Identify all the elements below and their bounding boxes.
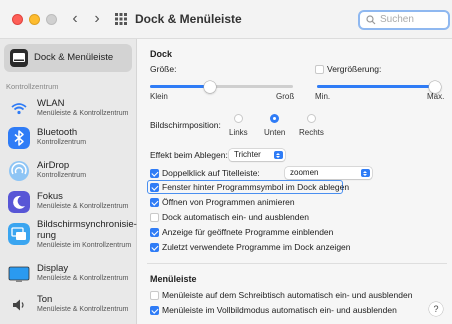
position-left-radio[interactable] [234,114,243,123]
preferences-window: ‹ › Dock & Menüleiste Suchen Dock & Menü… [0,0,452,324]
position-right-radio[interactable] [307,114,316,123]
search-placeholder: Suchen [380,14,414,25]
search-input[interactable]: Suchen [358,10,450,30]
animate-opening-checkbox[interactable] [150,198,159,207]
bluetooth-icon [8,127,30,149]
chevron-updown-icon [274,151,283,159]
sidebar-item-label: Bildschirmsynchronisie- [37,219,137,230]
size-max-label: Groß [276,92,295,101]
show-all-grid-icon[interactable] [114,12,128,26]
option-label: Dock automatisch ein- und ausblenden [162,212,309,222]
position-left-label: Links [229,128,248,137]
sidebar-item-label: Display [37,263,69,274]
sidebar-section-label: Kontrollzentrum [6,82,59,91]
doubleclick-value: zoomen [290,168,319,177]
minimize-to-icon-checkbox[interactable] [150,183,159,192]
autohide-menubar-fullscreen-checkbox[interactable] [150,306,159,315]
close-window-button[interactable] [12,14,23,25]
screen-mirroring-icon [8,223,30,245]
option-label: Zuletzt verwendete Programme im Dock anz… [162,242,351,252]
sidebar-item-subtitle: Menüleiste & Kontrollzentrum [37,110,129,117]
doubleclick-popup[interactable]: zoomen [285,167,372,179]
sidebar-item-dock-menubar[interactable]: Dock & Menüleiste [4,44,132,72]
sidebar-item-label: Ton [37,294,53,305]
option-label: Menüleiste auf dem Schreibtisch automati… [162,290,413,300]
dock-menubar-icon [10,49,28,67]
doubleclick-checkbox[interactable] [150,169,159,178]
sidebar-item-label: Bluetooth [37,127,78,138]
option-label: Öffnen von Programmen animieren [162,197,295,207]
sidebar-item-label: Dock & Menüleiste [34,52,114,63]
size-slider[interactable] [150,80,293,93]
focus-moon-icon [8,191,30,213]
section-heading-menubar: Menüleiste [150,274,197,284]
minimize-window-button[interactable] [29,14,40,25]
title-bar: ‹ › Dock & Menüleiste Suchen [0,0,452,39]
doubleclick-label: Doppelklick auf Titelleiste: [162,168,260,178]
magnification-min-label: Min. [315,92,331,101]
sidebar-item-subtitle: Kontrollzentrum [37,172,87,179]
main-content: Dock Größe: Klein Groß Vergrößerung: Min… [137,39,452,324]
effect-label: Effekt beim Ablegen: [150,150,228,160]
size-label: Größe: [150,64,177,74]
search-icon [366,15,376,25]
position-bottom-label: Unten [264,128,286,137]
show-recent-apps-checkbox[interactable] [150,243,159,252]
sidebar-item-subtitle: Menüleiste & Kontrollzentrum [37,203,129,210]
size-slider-knob[interactable] [204,80,217,93]
sidebar-item-screen-mirroring[interactable]: Bildschirmsynchronisie- rung Menüleiste … [8,219,137,257]
position-bottom-radio[interactable] [270,114,279,123]
sidebar-item-label: AirDrop [37,160,70,171]
sidebar-item-display[interactable]: Display Menüleiste & Kontrollzentrum [8,261,134,289]
sidebar-item-label: Fokus [37,191,63,202]
sidebar-item-label: WLAN [37,98,65,109]
zoom-window-button[interactable] [46,14,57,25]
back-chevron-icon[interactable]: ‹ [66,9,84,29]
magnification-slider-knob[interactable] [428,80,441,93]
forward-chevron-icon[interactable]: › [88,9,106,29]
sidebar: Dock & Menüleiste Kontrollzentrum WLAN M… [0,39,137,324]
position-right-label: Rechts [299,128,324,137]
autohide-menubar-desktop-checkbox[interactable] [150,291,159,300]
section-heading-dock: Dock [150,49,173,59]
sidebar-item-fokus[interactable]: Fokus Menüleiste & Kontrollzentrum [8,189,134,217]
effect-value: Trichter [234,150,261,159]
option-label: Menüleiste im Vollbildmodus automatisch … [162,305,397,315]
autohide-dock-checkbox[interactable] [150,213,159,222]
sidebar-item-bluetooth[interactable]: Bluetooth Kontrollzentrum [8,125,134,153]
airdrop-icon [9,161,29,181]
sidebar-item-subtitle: Menüleiste im Kontrollzentrum [37,242,132,249]
position-label: Bildschirmposition: [150,120,221,130]
magnification-checkbox[interactable] [315,65,324,74]
section-divider [147,263,447,264]
magnification-slider-fill [317,85,435,88]
display-icon [8,266,30,282]
sidebar-item-subtitle: Menüleiste & Kontrollzentrum [37,275,129,282]
effect-popup[interactable]: Trichter [229,149,285,161]
sidebar-item-ton[interactable]: Ton Menüleiste & Kontrollzentrum [8,292,134,320]
size-min-label: Klein [150,92,168,101]
chevron-updown-icon [361,169,370,177]
option-label: Fenster hinter Programmsymbol im Dock ab… [162,182,350,192]
magnification-max-label: Max. [427,92,445,101]
sidebar-item-airdrop[interactable]: AirDrop Kontrollzentrum [8,158,134,186]
sidebar-item-label-continued: rung [37,230,57,241]
magnification-slider[interactable] [317,80,441,93]
sidebar-item-subtitle: Kontrollzentrum [37,139,87,146]
size-slider-fill [150,85,211,88]
magnification-label: Vergrößerung: [327,64,382,74]
show-indicators-checkbox[interactable] [150,228,159,237]
wifi-icon [8,98,30,120]
sidebar-item-wlan[interactable]: WLAN Menüleiste & Kontrollzentrum [8,96,134,124]
window-title: Dock & Menüleiste [135,12,242,26]
option-label: Anzeige für geöffnete Programme einblend… [162,227,334,237]
sidebar-item-subtitle: Menüleiste & Kontrollzentrum [37,306,129,313]
help-button[interactable]: ? [429,302,443,316]
sound-icon [8,294,30,316]
